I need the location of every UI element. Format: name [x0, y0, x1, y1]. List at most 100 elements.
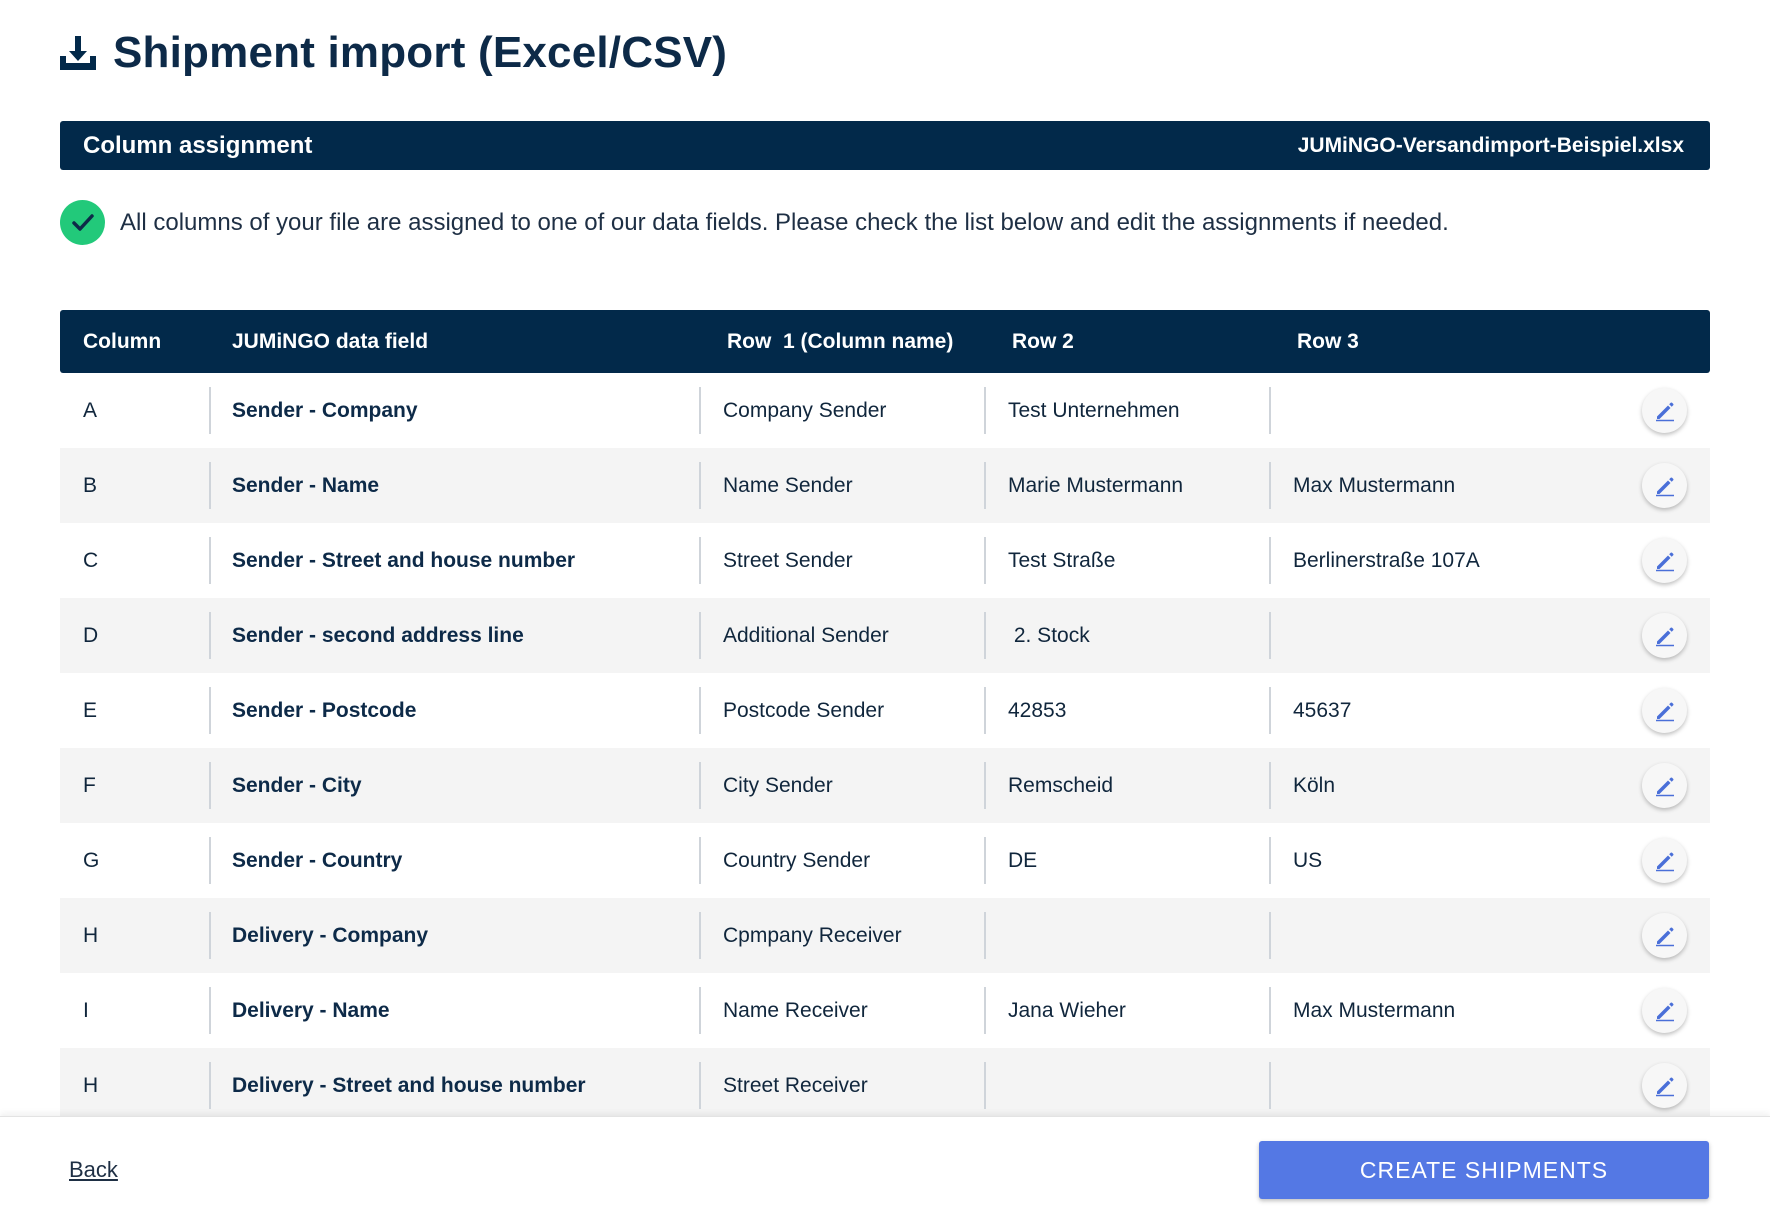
column-letter: C: [83, 549, 99, 572]
pencil-icon: [1653, 699, 1677, 723]
create-shipments-button[interactable]: CREATE SHIPMENTS: [1259, 1141, 1709, 1199]
row2-value: DE: [1008, 849, 1038, 872]
table-row: C Sender - Street and house number Stree…: [60, 523, 1710, 598]
edit-assignment-button[interactable]: [1642, 838, 1687, 883]
column-divider: [984, 612, 986, 659]
pencil-icon: [1653, 849, 1677, 873]
row1-value: Name Receiver: [723, 999, 868, 1022]
column-letter: E: [83, 699, 98, 722]
data-field-name: Sender - Company: [232, 399, 418, 422]
column-divider: [699, 612, 701, 659]
row1-value: Cpmpany Receiver: [723, 924, 902, 947]
row1-value: Street Sender: [723, 549, 853, 572]
table-row: I Delivery - Name Name Receiver Jana Wie…: [60, 973, 1710, 1048]
column-divider: [699, 537, 701, 584]
column-divider: [1269, 912, 1271, 959]
table-row: H Delivery - Street and house number Str…: [60, 1048, 1710, 1123]
data-field-name: Delivery - Street and house number: [232, 1074, 586, 1097]
row1-value: Company Sender: [723, 399, 887, 422]
column-divider: [209, 762, 211, 809]
column-divider: [1269, 987, 1271, 1034]
edit-assignment-button[interactable]: [1642, 463, 1687, 508]
column-divider: [984, 912, 986, 959]
column-letter: I: [83, 999, 89, 1022]
page-title: Shipment import (Excel/CSV): [113, 28, 728, 77]
assignment-notice: All columns of your file are assigned to…: [60, 200, 1449, 245]
column-letter: F: [83, 774, 96, 797]
edit-assignment-button[interactable]: [1642, 1063, 1687, 1108]
column-divider: [984, 687, 986, 734]
column-divider: [209, 462, 211, 509]
table-row: E Sender - Postcode Postcode Sender 4285…: [60, 673, 1710, 748]
edit-assignment-button[interactable]: [1642, 538, 1687, 583]
edit-assignment-button[interactable]: [1642, 763, 1687, 808]
pencil-icon: [1653, 774, 1677, 798]
column-letter: B: [83, 474, 98, 497]
table-row: A Sender - Company Company Sender Test U…: [60, 373, 1710, 448]
column-assignment-bar: Column assignment JUMiNGO-Versandimport-…: [60, 121, 1710, 170]
row1-value: Country Sender: [723, 849, 871, 872]
shipment-import-page: Shipment import (Excel/CSV) Column assig…: [0, 0, 1770, 1223]
table-header: Column JUMiNGO data field Row 1 (Column …: [60, 310, 1710, 373]
pencil-icon: [1653, 399, 1677, 423]
column-divider: [209, 387, 211, 434]
footer-bar: Back CREATE SHIPMENTS: [0, 1116, 1770, 1223]
column-divider: [699, 462, 701, 509]
column-divider: [699, 687, 701, 734]
row2-value: 42853: [1008, 699, 1067, 722]
column-divider: [699, 987, 701, 1034]
row1-value: Postcode Sender: [723, 699, 885, 722]
edit-assignment-button[interactable]: [1642, 613, 1687, 658]
column-divider: [1269, 462, 1271, 509]
row3-value: Max Mustermann: [1293, 999, 1456, 1022]
row1-value: Street Receiver: [723, 1074, 868, 1097]
column-divider: [209, 537, 211, 584]
data-field-name: Sender - Name: [232, 474, 380, 497]
data-field-name: Sender - Street and house number: [232, 549, 576, 572]
column-divider: [209, 912, 211, 959]
column-assignment-title: Column assignment: [83, 131, 313, 159]
row3-value: Berlinerstraße 107A: [1293, 549, 1480, 572]
column-letter: H: [83, 924, 99, 947]
pencil-icon: [1653, 474, 1677, 498]
edit-assignment-button[interactable]: [1642, 688, 1687, 733]
header-field: JUMiNGO data field: [232, 330, 429, 353]
data-field-name: Sender - Postcode: [232, 699, 417, 722]
back-link[interactable]: Back: [69, 1157, 118, 1183]
pencil-icon: [1653, 999, 1677, 1023]
column-divider: [699, 912, 701, 959]
column-divider: [1269, 387, 1271, 434]
column-letter: H: [83, 1074, 99, 1097]
row2-value: 2. Stock: [1008, 624, 1090, 647]
edit-assignment-button[interactable]: [1642, 988, 1687, 1033]
column-divider: [1269, 837, 1271, 884]
row2-value: Test Unternehmen: [1008, 399, 1180, 422]
pencil-icon: [1653, 1074, 1677, 1098]
data-field-name: Sender - second address line: [232, 624, 524, 647]
edit-assignment-button[interactable]: [1642, 913, 1687, 958]
check-circle-icon: [60, 200, 105, 245]
column-divider: [209, 687, 211, 734]
column-divider: [209, 837, 211, 884]
column-divider: [1269, 762, 1271, 809]
row1-value: City Sender: [723, 774, 833, 797]
header-row3: Row 3: [1297, 330, 1359, 353]
column-divider: [209, 612, 211, 659]
table-row: D Sender - second address line Additiona…: [60, 598, 1710, 673]
column-divider: [984, 387, 986, 434]
row2-value: Marie Mustermann: [1008, 474, 1184, 497]
data-field-name: Delivery - Company: [232, 924, 429, 947]
row1-value: Name Sender: [723, 474, 853, 497]
column-divider: [209, 987, 211, 1034]
page-header: Shipment import (Excel/CSV): [57, 28, 727, 78]
column-divider: [209, 1062, 211, 1109]
header-column: Column: [83, 330, 162, 353]
column-divider: [699, 387, 701, 434]
column-divider: [984, 537, 986, 584]
table-body: A Sender - Company Company Sender Test U…: [60, 373, 1710, 1123]
pencil-icon: [1653, 549, 1677, 573]
edit-assignment-button[interactable]: [1642, 388, 1687, 433]
row1-value: Additional Sender: [723, 624, 889, 647]
notice-text: All columns of your file are assigned to…: [120, 208, 1449, 236]
column-divider: [984, 837, 986, 884]
